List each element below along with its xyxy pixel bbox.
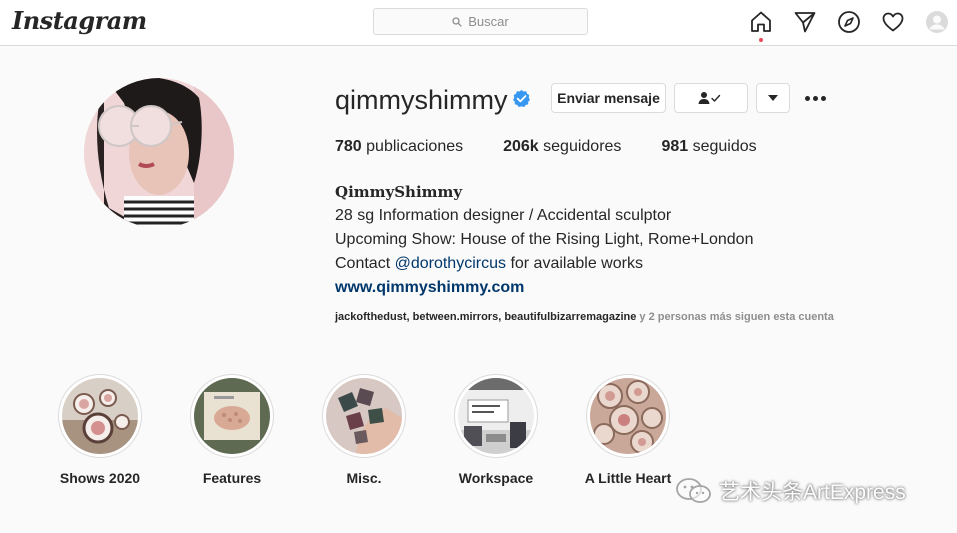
following-label: seguidos <box>692 138 757 155</box>
highlight-cover <box>590 378 666 454</box>
highlight-label: Shows 2020 <box>59 470 141 486</box>
highlight-workspace[interactable]: Workspace <box>441 374 551 486</box>
bio-mention-link[interactable]: @dorothycircus <box>395 255 506 272</box>
followed-by-names: jackofthedust, between.mirrors, beautifu… <box>335 311 637 323</box>
following-count: 981 <box>661 138 689 155</box>
profile-website-link[interactable]: www.qimmyshimmy.com <box>335 276 753 300</box>
highlight-cover <box>326 378 402 454</box>
instagram-logo[interactable]: Instagram <box>12 6 147 35</box>
highlight-label: Features <box>202 470 262 486</box>
explore-icon[interactable] <box>836 9 862 35</box>
highlight-cover <box>194 378 270 454</box>
highlight-label: Misc. <box>346 470 382 486</box>
highlight-ring <box>322 374 406 458</box>
user-following-icon <box>698 92 721 104</box>
profile-picture[interactable] <box>84 78 234 228</box>
highlight-cover <box>458 378 534 454</box>
watermark-text: 艺术头条ArtExpress <box>719 481 906 504</box>
verified-badge-icon <box>513 89 530 108</box>
highlight-shows-2020[interactable]: Shows 2020 <box>45 374 155 486</box>
top-navigation-bar: Instagram Buscar <box>0 0 957 46</box>
chevron-down-icon <box>768 95 778 101</box>
posts-stat: 780 publicaciones <box>335 138 463 156</box>
bio-line-3: Contact @dorothycircus for available wor… <box>335 252 753 276</box>
search-input[interactable]: Buscar <box>373 8 588 35</box>
activity-heart-icon[interactable] <box>880 9 906 35</box>
search-icon <box>452 16 463 27</box>
followed-by[interactable]: jackofthedust, between.mirrors, beautifu… <box>335 311 834 323</box>
direct-icon[interactable] <box>792 9 818 35</box>
profile-username: qimmyshimmy <box>335 85 508 115</box>
highlight-features[interactable]: Features <box>177 374 287 486</box>
followers-stat[interactable]: 206k seguidores <box>503 138 621 156</box>
posts-count: 780 <box>335 138 362 155</box>
highlight-ring <box>58 374 142 458</box>
posts-label: publicaciones <box>366 138 464 155</box>
following-button[interactable] <box>674 83 748 113</box>
bio-contact-suffix: for available works <box>510 255 643 272</box>
highlight-a-little-heart[interactable]: A Little Heart <box>573 374 683 486</box>
followed-by-suffix: y 2 personas más siguen esta cuenta <box>639 311 834 323</box>
search-placeholder: Buscar <box>468 14 509 29</box>
profile-photo <box>84 78 234 228</box>
followers-label: seguidores <box>543 138 622 155</box>
highlight-misc[interactable]: Misc. <box>309 374 419 486</box>
highlight-label: A Little Heart <box>584 470 672 486</box>
home-icon[interactable] <box>748 9 774 35</box>
bio-contact-prefix: Contact <box>335 255 391 272</box>
more-options-icon[interactable] <box>803 89 827 107</box>
highlight-label: Workspace <box>458 470 534 486</box>
profile-bio: QimmyShimmy 28 sg Information designer /… <box>335 180 753 300</box>
highlight-ring <box>586 374 670 458</box>
send-message-label: Enviar mensaje <box>557 90 660 106</box>
highlight-cover <box>62 378 138 454</box>
following-stat[interactable]: 981 seguidos <box>661 138 756 156</box>
suggestions-dropdown-button[interactable] <box>756 83 790 113</box>
profile-avatar-icon[interactable] <box>924 9 950 35</box>
bio-line-1: 28 sg Information designer / Accidental … <box>335 207 672 224</box>
followers-count: 206k <box>503 138 539 155</box>
highlight-ring <box>190 374 274 458</box>
wechat-watermark: 艺术头条ArtExpress <box>675 476 906 506</box>
highlight-ring <box>454 374 538 458</box>
profile-stats: 780 publicaciones 206k seguidores 981 se… <box>335 138 757 156</box>
bio-line-2: Upcoming Show: House of the Rising Light… <box>335 231 754 248</box>
notification-dot <box>759 38 763 42</box>
wechat-icon <box>676 478 711 503</box>
profile-full-name: QimmyShimmy <box>335 183 463 201</box>
send-message-button[interactable]: Enviar mensaje <box>551 83 666 113</box>
